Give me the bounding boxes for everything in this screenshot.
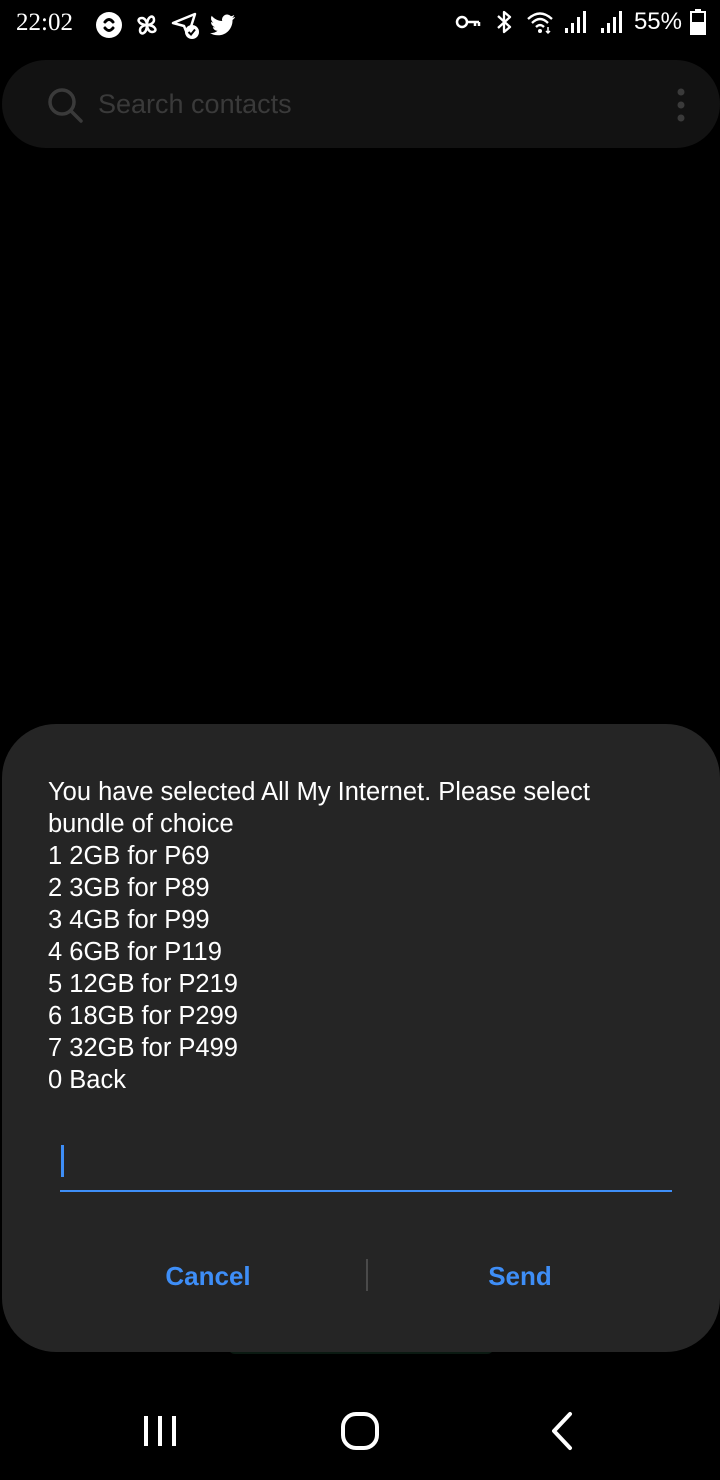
twitter-icon (210, 14, 235, 36)
dialog-message: You have selected All My Internet. Pleas… (48, 776, 668, 1096)
system-status-icons: 55% (454, 8, 706, 36)
message-line: You have selected All My Internet. Pleas… (48, 778, 590, 806)
recents-icon[interactable] (130, 1408, 190, 1454)
bluetooth-icon (497, 10, 512, 34)
search-icon (48, 88, 83, 123)
battery-percentage: 55% (633, 8, 682, 35)
message-line: bundle of choice (48, 810, 234, 838)
message-line: 3 4GB for P99 (48, 906, 210, 934)
shazam-icon (96, 12, 122, 38)
pinwheel-icon (137, 15, 157, 35)
cancel-button[interactable]: Cancel (58, 1240, 358, 1312)
reply-input[interactable] (60, 1140, 672, 1192)
message-line: 5 12GB for P219 (48, 970, 238, 998)
search-input[interactable]: Search contacts (98, 89, 292, 120)
signal-icon (564, 11, 586, 33)
navigation-bar (0, 1380, 720, 1480)
battery-icon (690, 9, 706, 35)
ussd-dialog: You have selected All My Internet. Pleas… (2, 724, 720, 1352)
status-bar: 22:02 55% (0, 0, 720, 50)
message-line: 4 6GB for P119 (48, 938, 222, 966)
button-divider (366, 1259, 368, 1291)
wifi-icon (527, 12, 553, 35)
message-line: 7 32GB for P499 (48, 1034, 238, 1062)
back-icon[interactable] (532, 1408, 592, 1454)
vpn-key-icon (455, 15, 481, 29)
message-line: 6 18GB for P299 (48, 1002, 238, 1030)
text-cursor (61, 1145, 64, 1177)
location-check-icon (171, 12, 199, 39)
status-time: 22:02 (16, 9, 73, 36)
message-line: 1 2GB for P69 (48, 842, 210, 870)
message-line: 2 3GB for P89 (48, 874, 210, 902)
message-line: 0 Back (48, 1066, 126, 1094)
search-bar[interactable]: Search contacts (2, 60, 720, 148)
notification-icons (94, 10, 238, 40)
more-options-icon[interactable] (676, 87, 686, 123)
send-button[interactable]: Send (370, 1240, 670, 1312)
home-icon[interactable] (330, 1408, 390, 1454)
signal-icon (600, 11, 622, 33)
